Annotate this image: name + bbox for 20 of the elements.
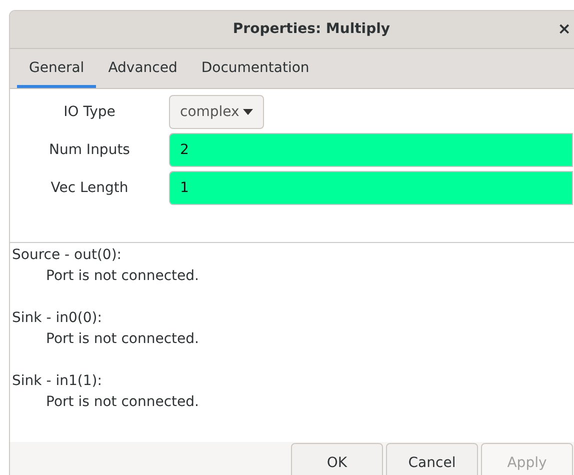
caret-icon: [243, 109, 254, 115]
port-status: Port is not connected.: [46, 331, 199, 347]
window-title: Properties: Multiply: [232, 20, 390, 39]
tab[interactable]: Documentation: [189, 51, 322, 88]
port-heading: Sink - in0(0):: [12, 309, 103, 328]
field-label: Vec Length: [50, 178, 130, 198]
port-status: Port is not connected.: [46, 394, 199, 410]
dialog-button[interactable]: OK: [291, 443, 383, 475]
dropdown-button[interactable]: complex: [169, 95, 264, 129]
input-field[interactable]: 1: [169, 171, 573, 205]
port-heading: Source - out(0):: [12, 246, 123, 265]
port-heading: Sink - in1(1):: [12, 372, 103, 391]
close-button[interactable]: ×: [556, 20, 573, 38]
dialog-button[interactable]: Cancel: [386, 443, 478, 475]
field-label: Num Inputs: [48, 140, 131, 160]
tab[interactable]: General: [17, 51, 96, 88]
tab[interactable]: Advanced: [96, 51, 190, 88]
field-label: IO Type: [62, 102, 116, 122]
port-status: Port is not connected.: [46, 268, 199, 284]
input-field[interactable]: 2: [169, 133, 573, 167]
